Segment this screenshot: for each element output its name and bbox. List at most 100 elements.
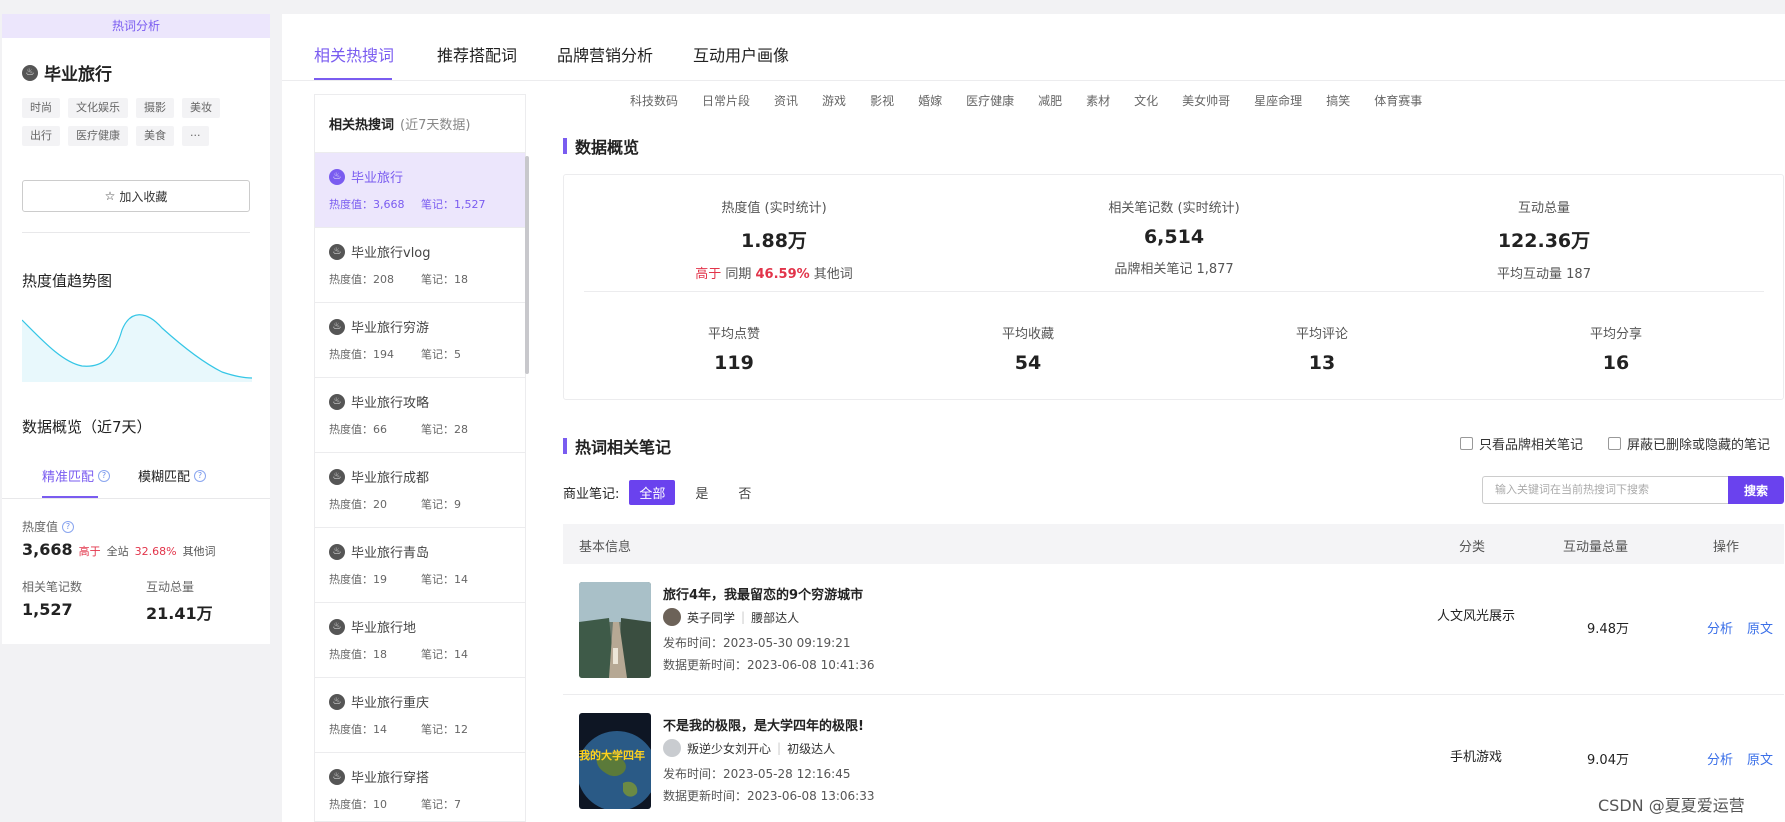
- help-icon[interactable]: ?: [98, 469, 111, 482]
- stat-sub: 品牌相关笔记 1,877: [1114, 262, 1234, 277]
- heat-label-row: 热度值 ?: [22, 518, 75, 535]
- tab-recommended-words[interactable]: 推荐搭配词: [437, 42, 517, 66]
- trend-title: 热度值趋势图: [22, 272, 113, 290]
- add-favorite-label: 加入收藏: [119, 189, 168, 204]
- update-time: 数据更新时间：2023-06-08 10:41:36: [663, 658, 875, 672]
- related-item[interactable]: ♨ 毕业旅行vlog 热度值：208 笔记：18: [315, 228, 525, 303]
- tab-user-profile[interactable]: 互动用户画像: [693, 42, 789, 66]
- category-item[interactable]: 美女帅哥: [1182, 92, 1230, 109]
- heat-stat: 热度值：20: [329, 498, 387, 511]
- notes-stat: 笔记：14: [421, 648, 468, 661]
- category-item[interactable]: 游戏: [822, 92, 846, 109]
- add-favorite-button[interactable]: ☆ 加入收藏: [22, 180, 250, 212]
- avatar[interactable]: [663, 608, 681, 626]
- help-icon[interactable]: ?: [62, 520, 75, 533]
- related-item-name: 毕业旅行穿搭: [351, 771, 430, 786]
- category-item[interactable]: 婚嫁: [918, 92, 942, 109]
- checkbox-box[interactable]: [1460, 437, 1473, 450]
- trend-chart: [22, 314, 252, 382]
- category-item[interactable]: 资讯: [774, 92, 798, 109]
- keyword-text: 毕业旅行: [44, 65, 112, 85]
- related-item[interactable]: ♨ 毕业旅行重庆 热度值：14 笔记：12: [315, 678, 525, 753]
- category-item[interactable]: 医疗健康: [966, 92, 1014, 109]
- note-thumbnail[interactable]: 我的大学四年: [579, 713, 651, 809]
- note-title[interactable]: 旅行4年，我最留恋的9个穷游城市: [663, 584, 863, 603]
- tag: 美食: [136, 126, 174, 146]
- related-list-header: 相关热搜词 (近7天数据): [315, 95, 525, 153]
- divider: [22, 232, 250, 233]
- related-item[interactable]: ♨ 毕业旅行穿搭 热度值：10 笔记：7: [315, 753, 525, 821]
- heat-label: 热度值: [22, 520, 59, 534]
- brand-only-checkbox[interactable]: 只看品牌相关笔记: [1460, 434, 1583, 453]
- author-name[interactable]: 英子同学: [687, 609, 735, 626]
- related-item[interactable]: ♨ 毕业旅行青岛 热度值：19 笔记：14: [315, 528, 525, 603]
- related-item[interactable]: ♨ 毕业旅行攻略 热度值：66 笔记：28: [315, 378, 525, 453]
- notes-stat: 笔记：7: [421, 798, 461, 811]
- author-level: 腰部达人: [751, 610, 800, 625]
- update-time: 数据更新时间：2023-06-08 13:06:33: [663, 789, 875, 803]
- filter-all[interactable]: 全部: [629, 480, 676, 505]
- flame-icon: ♨: [329, 693, 345, 710]
- thumbnail-caption: 我的大学四年: [579, 748, 645, 762]
- notes-stat: 笔记：1,527: [421, 198, 486, 211]
- tab-related-searches[interactable]: 相关热搜词: [314, 42, 394, 66]
- related-item-name: 毕业旅行穷游: [351, 321, 430, 336]
- related-item[interactable]: ♨ 毕业旅行 热度值：3,668 笔记：1,527: [315, 153, 525, 228]
- original-link[interactable]: 原文: [1747, 618, 1773, 637]
- notes-stat: 笔记：28: [421, 423, 468, 436]
- original-link[interactable]: 原文: [1747, 749, 1773, 768]
- related-item-name: 毕业旅行青岛: [351, 546, 430, 561]
- stat-value: 13: [1308, 352, 1336, 374]
- heat-value: 3,668: [22, 540, 73, 559]
- category-item[interactable]: 减肥: [1038, 92, 1062, 109]
- flame-icon: ♨: [22, 64, 38, 81]
- compare-percent: 32.68%: [134, 545, 177, 558]
- category-item[interactable]: 星座命理: [1254, 92, 1302, 109]
- related-item[interactable]: ♨ 毕业旅行地 热度值：18 笔记：14: [315, 603, 525, 678]
- related-header-title: 相关热搜词: [329, 118, 395, 133]
- more-tags-button[interactable]: ···: [182, 126, 209, 146]
- help-icon[interactable]: ?: [194, 469, 207, 482]
- related-item[interactable]: ♨ 毕业旅行成都 热度值：20 笔记：9: [315, 453, 525, 528]
- category-item[interactable]: 素材: [1086, 92, 1110, 109]
- author-name[interactable]: 叛逆少女刘开心: [687, 740, 771, 757]
- avatar[interactable]: [663, 739, 681, 757]
- checkbox-box[interactable]: [1608, 437, 1621, 450]
- notes-label: 相关笔记数: [22, 580, 83, 594]
- category-item[interactable]: 体育赛事: [1374, 92, 1422, 109]
- section-bar: [563, 438, 567, 454]
- hide-deleted-checkbox[interactable]: 屏蔽已删除或隐藏的笔记: [1608, 434, 1770, 453]
- related-item[interactable]: ♨ 毕业旅行穷游 热度值：194 笔记：5: [315, 303, 525, 378]
- notes-stat: 笔记：9: [421, 498, 461, 511]
- category-item[interactable]: 文化: [1134, 92, 1158, 109]
- related-item-name: 毕业旅行地: [351, 621, 417, 636]
- interaction-label: 互动总量: [146, 580, 195, 594]
- list-scrollbar[interactable]: [525, 156, 529, 374]
- tag: 医疗健康: [68, 126, 128, 146]
- filter-no[interactable]: 否: [728, 480, 761, 505]
- stat-value: 6,514: [1143, 226, 1205, 248]
- stat-label: 平均评论: [1295, 327, 1348, 342]
- tab-fuzzy-match[interactable]: 模糊匹配 ?: [138, 466, 207, 485]
- stat-avg-likes: 平均点赞 119: [674, 323, 794, 374]
- analyze-link[interactable]: 分析: [1707, 749, 1733, 768]
- flame-icon: ♨: [329, 318, 345, 335]
- category-item[interactable]: 影视: [870, 92, 894, 109]
- category-item[interactable]: 搞笑: [1326, 92, 1350, 109]
- search-input[interactable]: 输入关键词在当前热搜词下搜索: [1482, 476, 1728, 504]
- analyze-link[interactable]: 分析: [1707, 618, 1733, 637]
- author-info: 英子同学 | 腰部达人: [663, 608, 799, 626]
- tab-exact-match[interactable]: 精准匹配 ?: [42, 466, 111, 485]
- filter-yes[interactable]: 是: [685, 480, 718, 505]
- col-actions: 操作: [1713, 540, 1740, 555]
- note-title[interactable]: 不是我的极限，是大学四年的极限!: [663, 715, 864, 734]
- category-item[interactable]: 日常片段: [702, 92, 750, 109]
- heat-stat: 热度值：3,668: [329, 198, 405, 211]
- note-thumbnail[interactable]: [579, 582, 651, 678]
- category-row: 科技数码 日常片段 资讯 游戏 影视 婚嫁 医疗健康 减肥 素材 文化 美女帅哥…: [630, 92, 1422, 109]
- tab-brand-marketing[interactable]: 品牌营销分析: [557, 42, 653, 66]
- stat-value: 119: [714, 352, 754, 374]
- overview-7days-title: 数据概览（近7天）: [22, 418, 152, 436]
- search-button[interactable]: 搜索: [1728, 476, 1784, 504]
- category-item[interactable]: 科技数码: [630, 92, 678, 109]
